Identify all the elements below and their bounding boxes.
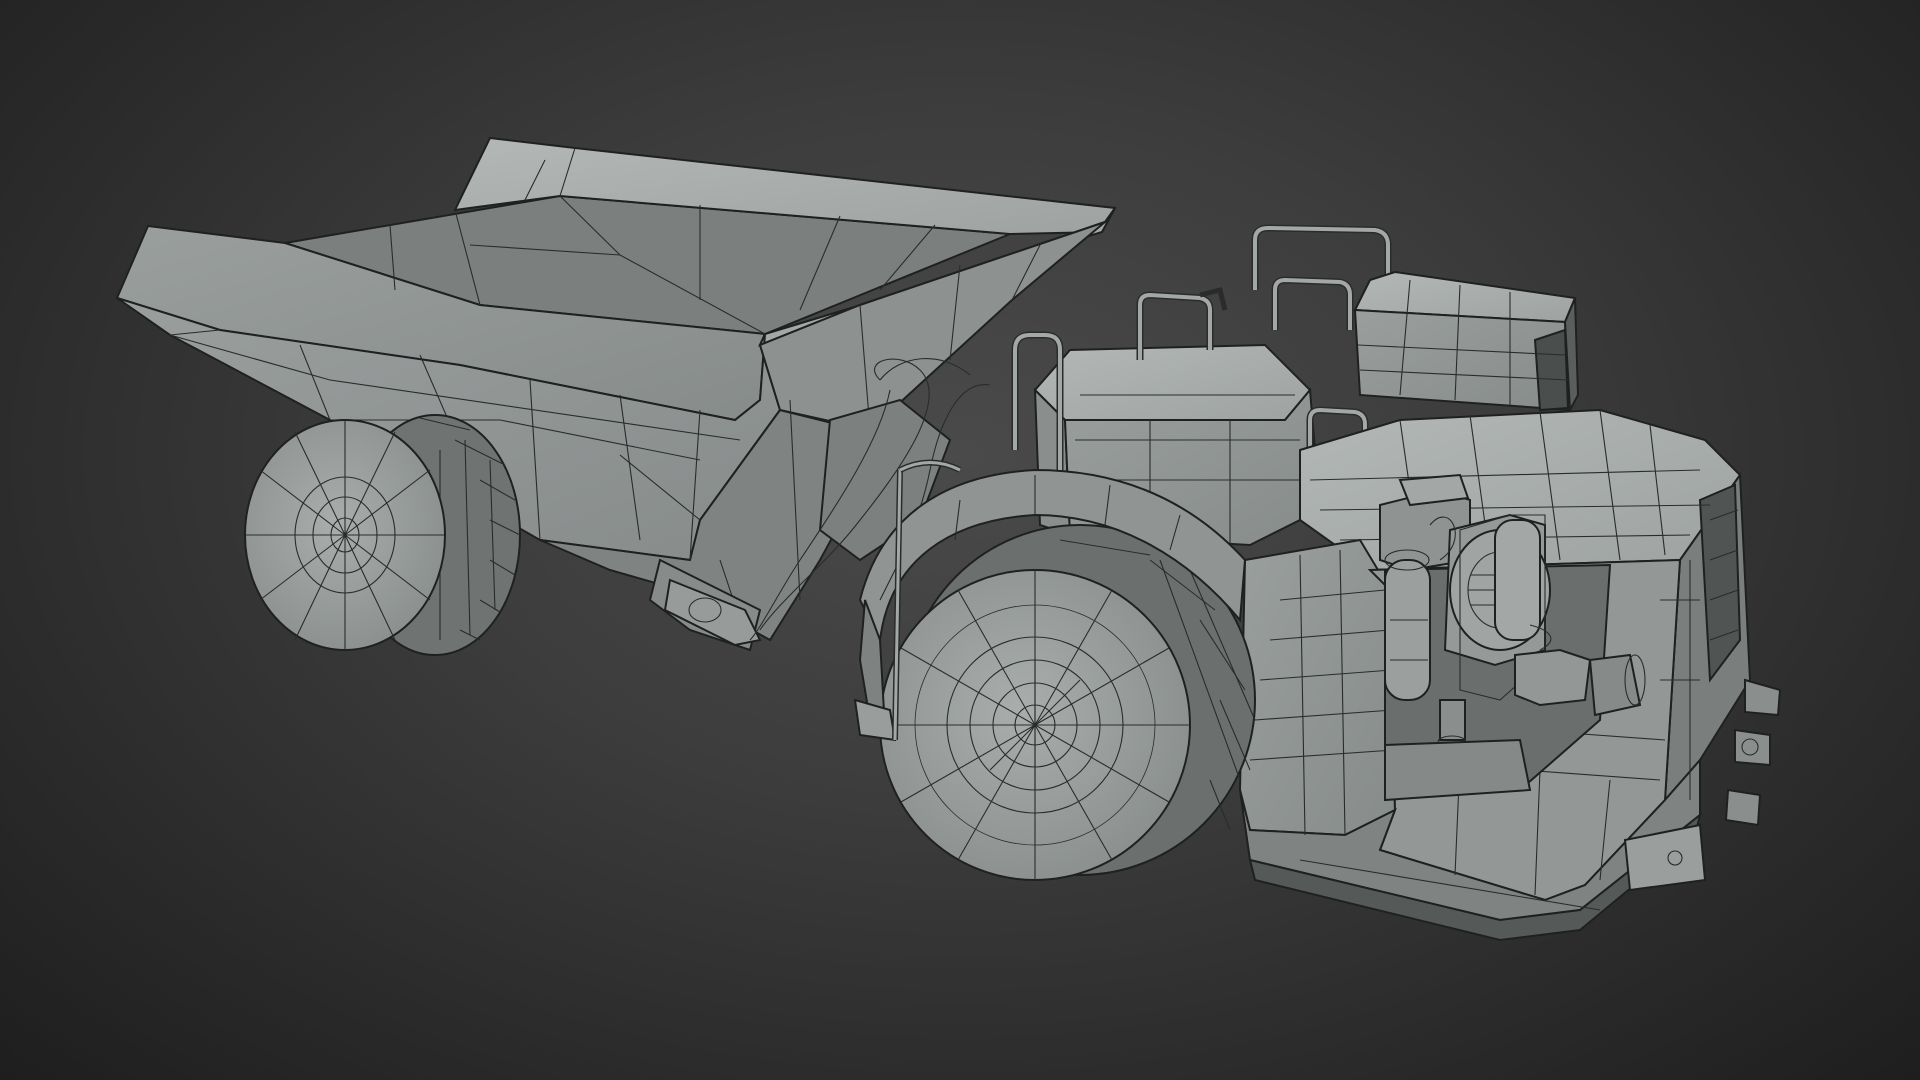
3d-viewport[interactable] — [0, 0, 1920, 1080]
truck-model-render — [115, 136, 1782, 942]
front-wheel — [853, 468, 1256, 881]
operator-cab — [1353, 270, 1580, 414]
rear-wheel — [244, 414, 521, 656]
